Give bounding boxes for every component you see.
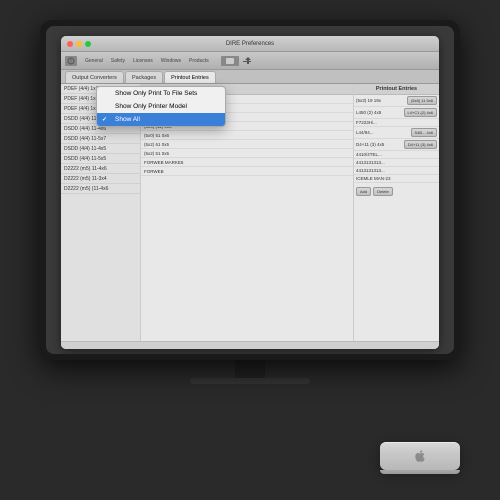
right-btn-2[interactable]: L4+C1 (2) 4x6 <box>404 108 437 117</box>
list-item[interactable]: DSDD (4/4) 11-4x6 <box>61 124 140 134</box>
close-button[interactable] <box>67 41 73 47</box>
add-button[interactable]: Add <box>356 187 371 196</box>
right-panel-buttons: Add Delete <box>354 185 439 198</box>
content-area: PDEF (4/4) 1x1 PDEF (4/4) 1x1 PDEF (4/4)… <box>61 84 439 349</box>
monitor-base <box>190 378 310 384</box>
list-item[interactable]: DSDD (4/4) 11-4x5 <box>61 144 140 154</box>
center-list-item[interactable]: (5x6) 51 0x6 <box>141 113 353 122</box>
center-list-item[interactable]: (5x2) 61 0x5 <box>141 140 353 149</box>
center-list-item[interactable]: (5x0) 51 0x6 <box>141 131 353 140</box>
toolbar-icon-section <box>65 56 77 66</box>
center-list-item[interactable]: FORWEB <box>141 167 353 176</box>
toolbar-label-safety: Safety <box>111 58 125 64</box>
center-list-item[interactable]: (5x2) 51 0x5 <box>141 149 353 158</box>
scene: DIRE Preferences General Safety Licenses… <box>20 20 480 480</box>
window-title: DIRE Preferences <box>226 41 274 47</box>
title-bar: DIRE Preferences <box>61 36 439 52</box>
toolbar-label-windows: Windows <box>161 58 181 64</box>
mac-mini <box>380 442 460 470</box>
center-panel: Packages (5x6) (11) 0x6 (5x6) (11) 0x6 (… <box>141 84 354 349</box>
mac-mini-container <box>380 442 460 470</box>
list-item[interactable]: DSDD (4/4) 11-5x7 <box>61 134 140 144</box>
tab-printout-entries[interactable]: Printout Entries <box>164 71 216 83</box>
monitor-screen: DIRE Preferences General Safety Licenses… <box>46 26 454 354</box>
list-item[interactable]: DSDD (4/4) 11-5x5 <box>61 154 140 164</box>
monitor: DIRE Preferences General Safety Licenses… <box>40 20 460 360</box>
delete-button[interactable]: Delete <box>373 187 393 196</box>
tab-packages[interactable]: Packages <box>125 71 163 83</box>
right-panel: Printout Entries (5x3) 19 19x (5x5) 11 5… <box>354 84 439 349</box>
maximize-button[interactable] <box>85 41 91 47</box>
right-row: L44/94... S4B... 4x6 <box>354 127 439 139</box>
monitor-neck <box>235 360 265 378</box>
center-list-item[interactable]: (5x6) (11) 0x6 <box>141 122 353 131</box>
apple-logo-icon <box>413 449 427 463</box>
right-row: 4413131313... <box>354 167 439 175</box>
toolbar-edit-icon[interactable] <box>242 56 252 66</box>
list-item[interactable]: DSDD (4/4) 11-3x5 <box>61 114 140 124</box>
tab-bar: Output Converters Packages Printout Entr… <box>61 70 439 84</box>
center-list-item[interactable]: FORWEB MARKE6 <box>141 158 353 167</box>
toolbar-label-licenses: Licenses <box>133 58 153 64</box>
mac-mini-front <box>380 470 460 474</box>
traffic-lights <box>67 41 91 47</box>
minimize-button[interactable] <box>76 41 82 47</box>
toolbar: General Safety Licenses Windows Products <box>61 52 439 70</box>
right-row: D4+11 (3) 4x5 D4+11 (3) 4x6 <box>354 139 439 151</box>
center-panel-header: Packages <box>141 84 353 95</box>
center-list-item[interactable]: (5x6) (11) 0x6 <box>141 104 353 113</box>
right-btn-3[interactable]: S4B... 4x6 <box>411 128 437 137</box>
toolbar-label-products: Products <box>189 58 209 64</box>
list-item[interactable]: PDEF (4/4) 1x1 <box>61 84 140 94</box>
left-panel: PDEF (4/4) 1x1 PDEF (4/4) 1x1 PDEF (4/4)… <box>61 84 141 349</box>
right-row: 4410/4TEL... <box>354 151 439 159</box>
list-item[interactable]: D2222 (m5) 11-3x4 <box>61 174 140 184</box>
toolbar-toggle[interactable] <box>221 56 239 66</box>
toolbar-label-general: General <box>85 58 103 64</box>
right-row: ICEMLE MAN-23 <box>354 175 439 183</box>
toolbar-icon-1[interactable] <box>65 56 77 66</box>
app-window: DIRE Preferences General Safety Licenses… <box>61 36 439 349</box>
list-item[interactable]: PDEF (4/4) 1x1 <box>61 104 140 114</box>
right-row: L450 (2) 4x5 L4+C1 (2) 4x6 <box>354 107 439 119</box>
tab-output-converters[interactable]: Output Converters <box>65 71 124 83</box>
right-panel-header: Printout Entries <box>354 84 439 95</box>
right-row: (5x3) 19 19x (5x5) 11 5x6 <box>354 95 439 107</box>
list-item[interactable]: D2222 (m5) (11-4x6 <box>61 184 140 194</box>
list-item[interactable]: PDEF (4/4) 1x1 <box>61 94 140 104</box>
list-item[interactable]: D2222 (m5) 11-4x6 <box>61 164 140 174</box>
status-bar <box>61 341 439 349</box>
right-btn-1[interactable]: (5x5) 11 5x6 <box>407 96 437 105</box>
right-row: F7223Hi... <box>354 119 439 127</box>
right-row: 4413131313... <box>354 159 439 167</box>
center-list-item[interactable]: (5x6) (11) 0x6 <box>141 95 353 104</box>
right-btn-4[interactable]: D4+11 (3) 4x6 <box>404 140 437 149</box>
